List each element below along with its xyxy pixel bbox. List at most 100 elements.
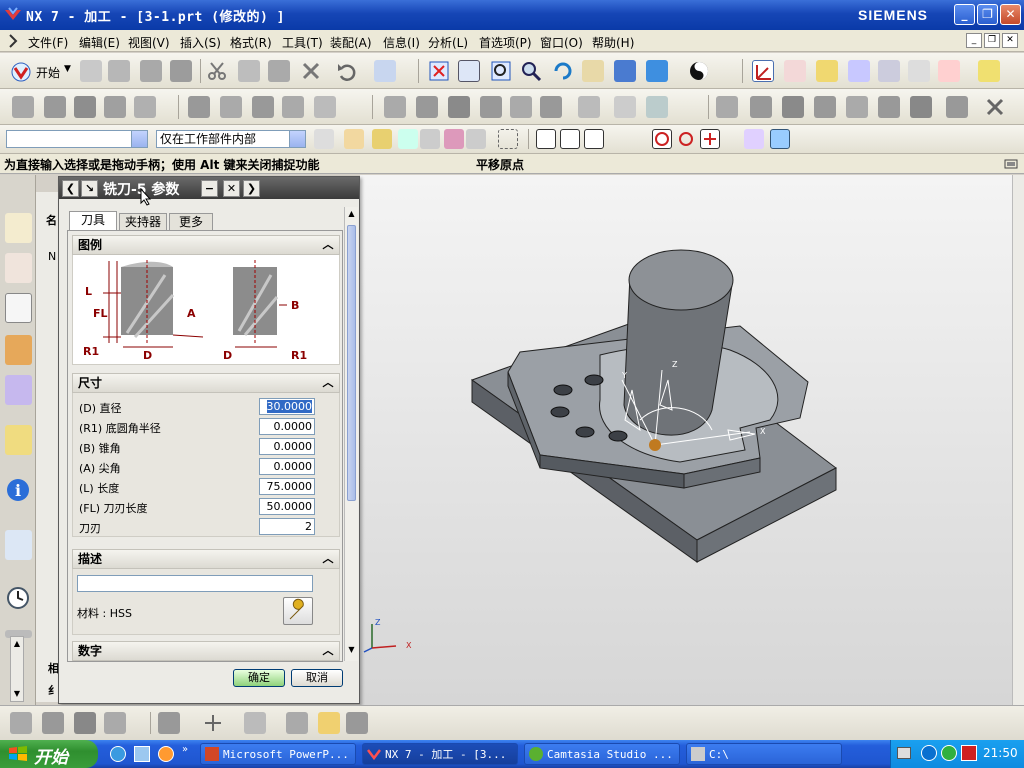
generate-icon[interactable]: [848, 60, 870, 82]
chevron-up-icon[interactable]: ︿: [320, 551, 336, 567]
doc-restore-button[interactable]: ❐: [984, 33, 1000, 48]
op-icon-4[interactable]: [282, 96, 304, 118]
create-tool-icon[interactable]: [44, 96, 66, 118]
operation-navigator-icon[interactable]: [5, 293, 32, 323]
verify-icon[interactable]: [878, 60, 900, 82]
snap-center-icon[interactable]: [652, 129, 672, 149]
op-icon-20[interactable]: [878, 96, 900, 118]
history-icon[interactable]: [5, 583, 32, 613]
description-group-header[interactable]: 描述 ︿: [72, 549, 340, 569]
snap-on-face-icon[interactable]: [744, 129, 764, 149]
op-icon-10[interactable]: [510, 96, 532, 118]
view-orient-icon[interactable]: [646, 60, 668, 82]
taper-angle-input[interactable]: 0.0000: [259, 438, 315, 455]
reuse-library-icon[interactable]: [5, 425, 32, 455]
op-icon-1[interactable]: [188, 96, 210, 118]
flute-length-input[interactable]: 50.0000: [259, 498, 315, 515]
type-filter-combo[interactable]: [6, 130, 148, 148]
ruler-icon[interactable]: [978, 60, 1000, 82]
task-powerpoint[interactable]: Microsoft PowerP...: [200, 743, 356, 765]
bottom-tool-icon-7[interactable]: [286, 712, 308, 734]
dimensions-group-header[interactable]: 尺寸 ︿: [72, 373, 340, 393]
rotate-icon[interactable]: [552, 60, 574, 82]
bottom-tool-icon-5[interactable]: [158, 712, 180, 734]
menu-info[interactable]: 信息(I): [383, 34, 420, 51]
menu-tools[interactable]: 工具(T): [282, 34, 323, 51]
tab-more[interactable]: 更多: [169, 213, 213, 231]
print-icon[interactable]: [170, 60, 192, 82]
cancel-op-icon[interactable]: [984, 96, 1006, 118]
copy-icon[interactable]: [238, 60, 260, 82]
op-icon-21[interactable]: [910, 96, 932, 118]
op-icon-9[interactable]: [480, 96, 502, 118]
chevron-up-icon[interactable]: ︿: [320, 375, 336, 391]
face-icon[interactable]: [420, 129, 440, 149]
scroll-thumb[interactable]: [347, 225, 356, 501]
desktop-quicklaunch-icon[interactable]: [134, 746, 150, 762]
snap-quadrant-icon[interactable]: [676, 129, 696, 149]
save-icon[interactable]: [140, 60, 162, 82]
flutes-input[interactable]: 2: [259, 518, 315, 535]
op-icon-3[interactable]: [252, 96, 274, 118]
web-browser-icon[interactable]: [5, 530, 32, 560]
filter-icon[interactable]: [314, 129, 334, 149]
doc-minimize-button[interactable]: _: [966, 33, 982, 48]
chevron-up-icon[interactable]: ︿: [320, 643, 336, 659]
bottom-tool-icon-6[interactable]: [244, 712, 266, 734]
snap-point-icon[interactable]: [700, 129, 720, 149]
menu-help[interactable]: 帮助(H): [592, 34, 634, 51]
menu-view[interactable]: 视图(V): [128, 34, 170, 51]
length-input[interactable]: 75.0000: [259, 478, 315, 495]
snap-tangent-icon[interactable]: [630, 129, 650, 149]
ie-quicklaunch-icon[interactable]: [110, 746, 126, 762]
rect-select-icon[interactable]: [498, 129, 518, 149]
bottom-tool-icon-3[interactable]: [74, 712, 96, 734]
op-icon-6[interactable]: [384, 96, 406, 118]
new-file-icon[interactable]: [80, 60, 102, 82]
op-icon-13[interactable]: [614, 96, 636, 118]
menu-assembly[interactable]: 装配(A): [330, 34, 372, 51]
feature-icon[interactable]: [372, 129, 392, 149]
recorder-tray-icon[interactable]: [961, 745, 977, 761]
description-input[interactable]: [77, 575, 313, 592]
chevron-left-icon[interactable]: ❮: [62, 180, 79, 197]
delete-icon[interactable]: [300, 60, 322, 82]
add-point-icon[interactable]: [202, 712, 224, 734]
assembly-navigator-icon[interactable]: [5, 213, 32, 243]
quicklaunch-more-icon[interactable]: »: [182, 744, 188, 755]
op-icon-14[interactable]: [646, 96, 668, 118]
task-nx[interactable]: NX 7 - 加工 - [3...: [362, 743, 518, 765]
op-icon-17[interactable]: [782, 96, 804, 118]
close-button[interactable]: ✕: [1000, 4, 1021, 25]
scroll-up-icon[interactable]: ▲: [346, 209, 357, 221]
op-icon-5[interactable]: [314, 96, 336, 118]
media-quicklaunch-icon[interactable]: [158, 746, 174, 762]
menu-edit[interactable]: 编辑(E): [79, 34, 120, 51]
menu-file[interactable]: 文件(F): [28, 34, 68, 51]
op-icon-16[interactable]: [750, 96, 772, 118]
menu-preferences[interactable]: 首选项(P): [479, 34, 532, 51]
restore-button[interactable]: ❐: [977, 4, 998, 25]
op-icon-18[interactable]: [814, 96, 836, 118]
chevron-up-icon[interactable]: ︿: [320, 237, 336, 253]
op-icon-15[interactable]: [716, 96, 738, 118]
keyboard-tray-icon[interactable]: [897, 747, 911, 759]
selection-icon[interactable]: [374, 60, 396, 82]
paste-icon[interactable]: [268, 60, 290, 82]
nav-row[interactable]: N: [48, 250, 56, 263]
magnify-icon[interactable]: [520, 60, 542, 82]
cancel-button[interactable]: 取消: [291, 669, 343, 687]
graphics-window[interactable]: Y Z X Z X: [360, 175, 1024, 705]
create-geometry-icon[interactable]: [74, 96, 96, 118]
bottom-tool-icon-2[interactable]: [42, 712, 64, 734]
close-dialog-button[interactable]: ✕: [223, 180, 240, 197]
wcs-icon[interactable]: [784, 60, 806, 82]
op-icon-22[interactable]: [946, 96, 968, 118]
chevron-right-icon[interactable]: ❯: [243, 180, 260, 197]
start-menu-button[interactable]: 开始 ▼: [10, 61, 76, 83]
create-operation-icon[interactable]: [134, 96, 156, 118]
cue-menu-icon[interactable]: [1004, 158, 1018, 170]
op-icon-19[interactable]: [846, 96, 868, 118]
undo-icon[interactable]: [336, 60, 358, 82]
op-icon-11[interactable]: [540, 96, 562, 118]
